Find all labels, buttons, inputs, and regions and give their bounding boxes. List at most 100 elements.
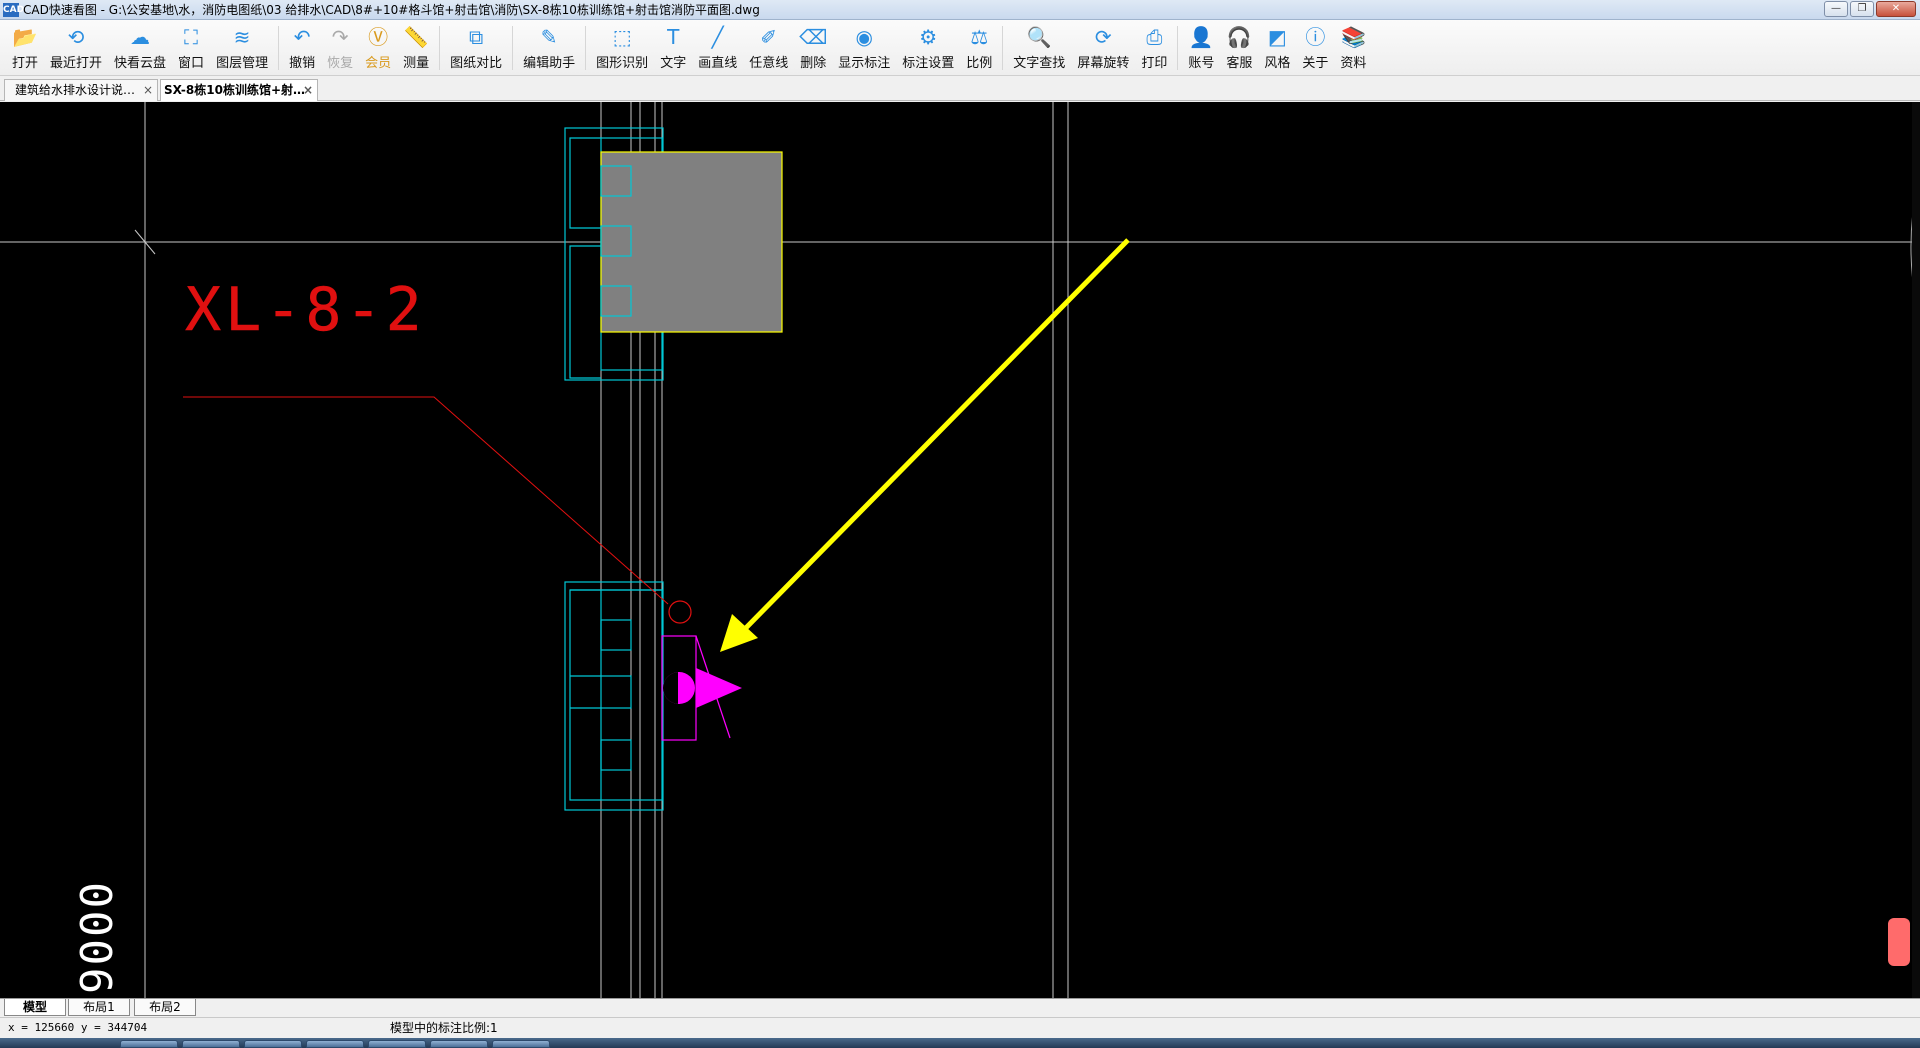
toolbar-item-shape-recognize[interactable]: ⬚ 图形识别: [590, 22, 654, 74]
toolbar-item-compare[interactable]: ⧉ 图纸对比: [444, 22, 508, 74]
drawing-canvas[interactable]: XL-8-2 9000: [0, 102, 1920, 998]
rotate-icon: ⟳: [1094, 25, 1112, 49]
toolbar-item-rotate[interactable]: ⟳ 屏幕旋转: [1071, 22, 1135, 74]
tab-close-icon[interactable]: ×: [143, 80, 153, 100]
toolbar-item-label: 图形识别: [596, 56, 649, 71]
toolbar-item-label: 会员: [365, 56, 392, 71]
toolbar-item-eraser[interactable]: ⌫ 删除: [794, 22, 832, 74]
toolbar-item-printer[interactable]: ⎙ 打印: [1135, 22, 1173, 74]
toolbar-item-text[interactable]: T 文字: [654, 22, 692, 74]
toolbar-item-freehand[interactable]: ✐ 任意线: [743, 22, 794, 74]
doc-tab-design-notes[interactable]: 建筑给水排水设计说… ×: [4, 79, 158, 101]
tab-layout1[interactable]: 布局1: [68, 999, 130, 1016]
toolbar-item-undo[interactable]: ↶ 撤销: [283, 22, 321, 74]
toolbar-item-edit-helper[interactable]: ✎ 编辑助手: [517, 22, 581, 74]
toolbar-item-docs[interactable]: 📚 资料: [1334, 22, 1372, 74]
toolbar-item-label: 比例: [966, 56, 993, 71]
printer-icon: ⎙: [1146, 25, 1163, 49]
folder-open-icon: 📂: [12, 25, 38, 49]
tab-model[interactable]: 模型: [4, 999, 66, 1016]
toolbar-item-folder-open[interactable]: 📂 打开: [6, 22, 44, 74]
toolbar-separator: [1177, 25, 1179, 70]
status-bar: x = 125660 y = 344704 模型中的标注比例:1: [0, 1017, 1920, 1038]
taskbar-button[interactable]: [368, 1040, 426, 1048]
freehand-icon: ✐: [760, 25, 778, 49]
edit-helper-icon: ✎: [540, 25, 558, 49]
taskbar-button[interactable]: [430, 1040, 488, 1048]
taskbar-button[interactable]: [120, 1040, 178, 1048]
toolbar-item-vip[interactable]: Ⓥ 会员: [359, 22, 397, 74]
toolbar-separator: [439, 25, 441, 70]
toolbar-item-label: 图层管理: [216, 56, 269, 71]
toolbar-item-label: 资料: [1340, 56, 1367, 71]
toolbar-item-style[interactable]: ◩ 风格: [1258, 22, 1296, 74]
taskbar-button[interactable]: [182, 1040, 240, 1048]
annotation-scale-text: 模型中的标注比例:1: [390, 1021, 498, 1035]
toolbar-item-label: 账号: [1188, 56, 1215, 71]
doc-tab-fire-plan[interactable]: SX-8栋10栋训练馆+射… ×: [160, 79, 318, 101]
hydrant-symbol: [661, 635, 742, 741]
toolbar-item-label: 打印: [1141, 56, 1168, 71]
text-icon: T: [667, 25, 680, 49]
toolbar-item-redo[interactable]: ↷ 恢复: [321, 22, 359, 74]
taskbar-button[interactable]: [306, 1040, 364, 1048]
toolbar-separator: [278, 25, 280, 70]
user-icon: 👤: [1188, 25, 1214, 49]
toolbar-item-label: 标注设置: [902, 56, 955, 71]
minimize-button[interactable]: —: [1824, 1, 1848, 17]
annotation-settings-icon: ⚙: [919, 25, 938, 49]
headset-icon: 🎧: [1226, 25, 1252, 49]
floating-assistant-icon[interactable]: [1888, 918, 1910, 966]
pipe-label: XL-8-2: [185, 275, 426, 345]
toolbar-item-label: 客服: [1226, 56, 1253, 71]
toolbar-item-label: 编辑助手: [523, 56, 576, 71]
taskbar-button[interactable]: [492, 1040, 550, 1048]
toolbar-item-label: 关于: [1302, 56, 1329, 71]
toolbar-item-window-zoom[interactable]: ⛶ 窗口: [172, 22, 210, 74]
shape-recognize-icon: ⬚: [612, 25, 632, 49]
toolbar-item-user[interactable]: 👤 账号: [1182, 22, 1220, 74]
tab-close-icon[interactable]: ×: [303, 80, 313, 100]
toolbar-separator: [1002, 25, 1004, 70]
toolbar-item-label: 最近打开: [50, 56, 103, 71]
toolbar-item-history[interactable]: ⟲ 最近打开: [44, 22, 108, 74]
eye-icon: ◉: [855, 25, 873, 49]
app-icon: CAD: [3, 2, 25, 17]
window-zoom-icon: ⛶: [184, 25, 199, 49]
toolbar-item-layers[interactable]: ≋ 图层管理: [210, 22, 274, 74]
eraser-icon: ⌫: [799, 25, 828, 49]
toolbar-item-label: 图纸对比: [450, 56, 503, 71]
cad-drawing: XL-8-2 9000: [0, 102, 1920, 998]
taskbar-button[interactable]: [244, 1040, 302, 1048]
toolbar-item-cloud[interactable]: ☁ 快看云盘: [108, 22, 172, 74]
text-search-icon: 🔍: [1026, 25, 1052, 49]
cloud-icon: ☁: [130, 25, 151, 49]
toolbar-item-annotation-settings[interactable]: ⚙ 标注设置: [896, 22, 960, 74]
doc-tab-label: 建筑给水排水设计说…: [15, 83, 136, 97]
toolbar-item-label: 显示标注: [838, 56, 891, 71]
toolbar-item-line[interactable]: ╱ 画直线: [692, 22, 743, 74]
toolbar-item-ruler[interactable]: 📏 测量: [397, 22, 435, 74]
scale-icon: ⚖: [970, 25, 989, 49]
ruler-icon: 📏: [403, 25, 429, 49]
window-controls: — ❐ ✕: [1824, 1, 1916, 17]
vertical-scrollbar[interactable]: [1912, 102, 1920, 998]
leader-line: [183, 396, 669, 605]
toolbar-item-eye[interactable]: ◉ 显示标注: [832, 22, 896, 74]
toolbar-item-text-search[interactable]: 🔍 文字查找: [1007, 22, 1071, 74]
close-button[interactable]: ✕: [1876, 1, 1916, 17]
equipment-block: [600, 151, 783, 333]
main-toolbar: 📂 打开 ⟲ 最近打开 ☁ 快看云盘 ⛶ 窗口 ≋ 图层管理 ↶ 撤销 ↷ 恢复 Ⓥ 会员 📏 测量 ⧉ 图纸对比 ✎ 编…: [0, 20, 1920, 76]
toolbar-item-headset[interactable]: 🎧 客服: [1220, 22, 1258, 74]
toolbar-item-label: 文字查找: [1013, 56, 1066, 71]
lower-column: [564, 581, 664, 811]
layout-tab-bar: 模型 布局1 布局2: [0, 998, 1920, 1016]
document-tab-bar: 建筑给水排水设计说… × SX-8栋10栋训练馆+射… ×: [0, 77, 1920, 101]
compare-icon: ⧉: [469, 25, 484, 49]
toolbar-item-info[interactable]: ⓘ 关于: [1296, 22, 1334, 74]
toolbar-item-label: 任意线: [749, 56, 789, 71]
history-icon: ⟲: [67, 25, 85, 49]
tab-layout2[interactable]: 布局2: [134, 999, 196, 1016]
toolbar-item-scale[interactable]: ⚖ 比例: [960, 22, 998, 74]
restore-button[interactable]: ❐: [1850, 1, 1874, 17]
